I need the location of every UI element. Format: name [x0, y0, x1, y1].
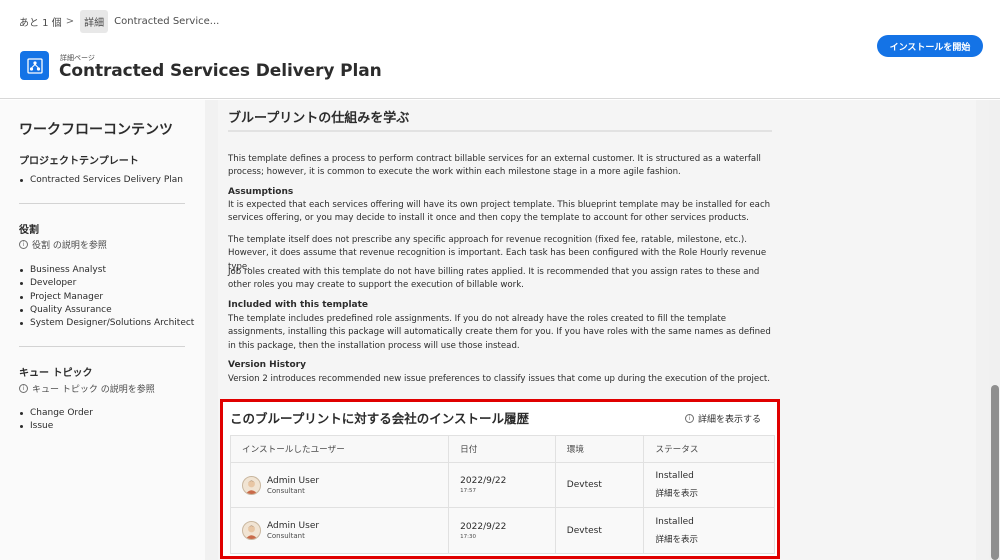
show-details-label: 詳細を表示する [698, 415, 762, 425]
assumptions-text-3: Job roles created with this template do … [228, 267, 760, 291]
included-text: The template includes predefined role as… [228, 314, 771, 351]
column-header-status[interactable]: ステータス [644, 436, 774, 462]
environment-value: Devtest [566, 480, 602, 490]
environment-value: Devtest [566, 525, 602, 536]
info-icon: i [685, 414, 694, 423]
included-heading: Included with this template [228, 300, 369, 310]
learn-section-title: ブループリントの仕組みを学ぶ [228, 111, 410, 126]
status-details-link[interactable]: 詳細を表示 [655, 533, 774, 545]
install-history-table: インストールしたユーザー 日付 環境 ステータス Admin User Cons… [230, 435, 775, 554]
info-icon: i [19, 384, 28, 393]
user-name[interactable]: Admin User [267, 476, 319, 486]
status-cell: Installed 詳細を表示 [644, 508, 774, 553]
user-role: Consultant [267, 486, 305, 495]
assumptions-text-1: It is expected that each services offeri… [228, 200, 771, 224]
environment-cell: Devtest [556, 463, 645, 507]
install-time: 17:30 [460, 533, 477, 540]
blueprint-icon [20, 51, 49, 80]
start-install-button[interactable]: インストールを開始 [877, 35, 983, 57]
date-cell: 2022/9/22 17:57 [449, 463, 556, 507]
list-item: System Designer/Solutions Architect [19, 317, 194, 330]
status-cell: Installed 詳細を表示 [644, 463, 774, 507]
queue-info-link[interactable]: i キュー トピック の説明を参照 [19, 382, 155, 395]
install-date: 2022/9/22 [460, 476, 507, 486]
table-header: インストールしたユーザー 日付 環境 ステータス [231, 436, 774, 463]
divider [19, 203, 185, 204]
list-item: Change Order [19, 407, 93, 420]
list-item: Project Manager [19, 291, 194, 304]
page-title: Contracted Services Delivery Plan [59, 61, 382, 81]
user-avatar-icon [242, 521, 261, 540]
breadcrumb: あと 1 個 > 詳細 Contracted Service... [19, 9, 220, 33]
breadcrumb-separator: > [65, 15, 75, 27]
roles-info-link[interactable]: i 役割 の説明を参照 [19, 238, 107, 251]
info-icon: i [19, 240, 28, 249]
project-template-heading: プロジェクトテンプレート [19, 156, 139, 167]
queue-info-label: キュー トピック の説明を参照 [32, 385, 155, 395]
assumptions-heading: Assumptions [228, 187, 294, 197]
roles-info-label: 役割 の説明を参照 [32, 241, 107, 251]
user-cell: Admin User Consultant [231, 463, 450, 507]
queue-topics-list: Change Order Issue [19, 407, 93, 434]
version-heading: Version History [228, 360, 306, 370]
main-content: ブループリントの仕組みを学ぶ This template defines a p… [205, 100, 989, 560]
column-header-date[interactable]: 日付 [449, 436, 556, 462]
show-details-link[interactable]: i 詳細を表示する [685, 412, 761, 425]
breadcrumb-root[interactable]: あと 1 個 [19, 14, 62, 29]
queue-topics-heading: キュー トピック [19, 368, 93, 379]
sidebar: ワークフローコンテンツ プロジェクトテンプレート Contracted Serv… [0, 100, 205, 560]
roles-list: Business Analyst Developer Project Manag… [19, 264, 194, 330]
breadcrumb-tail: Contracted Service... [114, 15, 220, 27]
install-date: 2022/9/22 [460, 521, 507, 532]
install-time: 17:57 [460, 488, 477, 494]
list-item: Quality Assurance [19, 304, 194, 317]
table-row: Admin User Consultant 2022/9/22 17:30 De… [231, 508, 774, 553]
environment-cell: Devtest [556, 508, 645, 553]
breadcrumb-current[interactable]: 詳細 [80, 9, 109, 33]
list-item: Developer [19, 277, 194, 290]
user-avatar-icon [242, 475, 261, 495]
list-item: Issue [19, 420, 93, 433]
roles-heading: 役割 [19, 225, 39, 236]
divider [19, 346, 185, 347]
status-value: Installed [655, 516, 694, 527]
column-header-user[interactable]: インストールしたユーザー [231, 436, 450, 462]
user-role: Consultant [267, 532, 305, 540]
page-header: あと 1 個 > 詳細 Contracted Service... 詳細ページ … [0, 0, 1000, 99]
user-cell: Admin User Consultant [231, 508, 450, 553]
date-cell: 2022/9/22 17:30 [449, 508, 556, 553]
table-row: Admin User Consultant 2022/9/22 17:57 De… [231, 463, 774, 508]
install-history-title: このブループリントに対する会社のインストール履歴 [230, 411, 530, 426]
user-name[interactable]: Admin User [267, 521, 319, 531]
install-history-card: このブループリントに対する会社のインストール履歴 i 詳細を表示する インストー… [220, 399, 780, 559]
status-value: Installed [655, 471, 694, 481]
version-text: Version 2 introduces recommended new iss… [228, 374, 771, 384]
status-details-link[interactable]: 詳細を表示 [655, 487, 774, 499]
list-item: Business Analyst [19, 264, 194, 277]
list-item: Contracted Services Delivery Plan [19, 174, 183, 187]
project-template-list: Contracted Services Delivery Plan [19, 174, 183, 187]
intro-text: This template defines a process to perfo… [228, 154, 761, 178]
sidebar-title: ワークフローコンテンツ [19, 122, 173, 138]
divider [228, 130, 772, 132]
scrollbar-thumb[interactable] [991, 385, 999, 560]
main-scrollbar[interactable] [989, 100, 1000, 560]
column-header-environment[interactable]: 環境 [556, 436, 645, 462]
